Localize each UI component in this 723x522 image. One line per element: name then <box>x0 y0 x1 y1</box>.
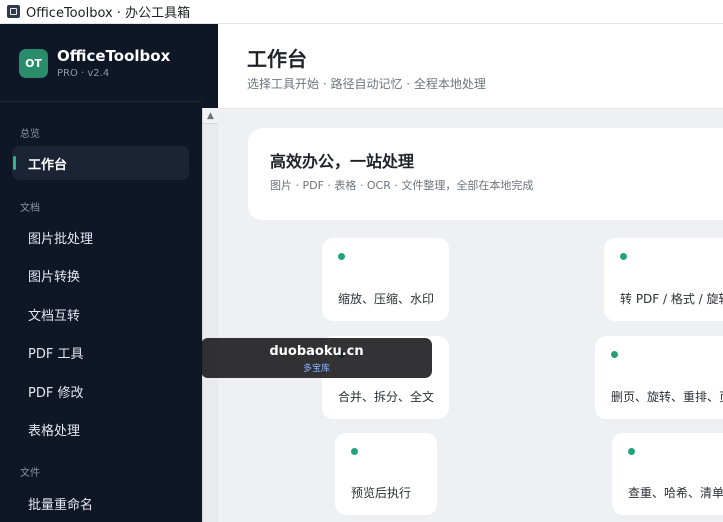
status-dot-icon <box>620 253 627 260</box>
app-icon <box>7 5 20 18</box>
sidebar-item-batch-rename[interactable]: 批量重命名 <box>12 486 189 520</box>
scroll-up-icon[interactable]: ▲ <box>203 108 218 124</box>
tool-card-image-convert[interactable]: 转 PDF / 格式 / 旋转 <box>604 238 723 321</box>
section-overview: 总览 <box>20 129 40 140</box>
section-documents: 文档 <box>20 203 40 214</box>
page-title: 工作台 <box>247 47 307 71</box>
tool-card-label: 删页、旋转、重排、页 <box>611 390 723 404</box>
sidebar-item-workbench[interactable]: 工作台 <box>12 146 189 180</box>
watermark-overlay: duobaoku.cn 多宝库 <box>201 338 432 378</box>
sidebar-item-label: 文档互转 <box>28 308 81 324</box>
page-subtitle: 选择工具开始 · 路径自动记忆 · 全程本地处理 <box>247 77 486 91</box>
logo-icon: OT <box>19 49 48 78</box>
active-indicator <box>13 156 16 170</box>
watermark-subtext: 多宝库 <box>302 364 330 374</box>
hero-card: 高效办公，一站处理 图片 · PDF · 表格 · OCR · 文件整理，全部在… <box>248 128 723 220</box>
sidebar-item-label: 工作台 <box>28 157 68 173</box>
sidebar-item-doc-convert[interactable]: 文档互转 <box>12 297 189 331</box>
brand-name: OfficeToolbox <box>57 47 171 65</box>
section-files: 文件 <box>20 468 40 479</box>
brand-version: PRO · v2.4 <box>57 68 110 79</box>
sidebar-item-label: 图片转换 <box>28 269 81 285</box>
sidebar-scrollbar[interactable]: ▲ <box>202 108 218 522</box>
watermark-text: duobaoku.cn <box>269 344 364 359</box>
sidebar-item-pdf-tools[interactable]: PDF 工具 <box>12 335 189 369</box>
window-title: OfficeToolbox · 办公工具箱 <box>26 6 191 21</box>
sidebar-item-label: 批量重命名 <box>28 497 94 513</box>
tool-card-file-check[interactable]: 查重、哈希、清单 <box>612 433 723 515</box>
tool-card-label: 合并、拆分、全文 <box>338 390 435 404</box>
status-dot-icon <box>338 253 345 260</box>
status-dot-icon <box>351 448 358 455</box>
tool-card-image-batch[interactable]: 缩放、压缩、水印 <box>322 238 449 321</box>
sidebar: OT OfficeToolbox PRO · v2.4 总览 工作台 文档 图片… <box>0 24 202 522</box>
hero-title: 高效办公，一站处理 <box>270 152 415 171</box>
status-dot-icon <box>611 351 618 358</box>
sidebar-item-label: PDF 修改 <box>28 385 84 401</box>
tool-card-label: 缩放、压缩、水印 <box>338 292 435 306</box>
sidebar-item-pdf-edit[interactable]: PDF 修改 <box>12 374 189 408</box>
sidebar-item-label: 表格处理 <box>28 423 81 439</box>
tool-card-label: 转 PDF / 格式 / 旋转 <box>620 292 723 306</box>
window-titlebar: OfficeToolbox · 办公工具箱 <box>0 0 723 24</box>
hero-subtitle: 图片 · PDF · 表格 · OCR · 文件整理，全部在本地完成 <box>270 179 534 192</box>
sidebar-item-label: PDF 工具 <box>28 346 84 362</box>
tool-card-label: 查重、哈希、清单 <box>628 486 723 500</box>
status-dot-icon <box>628 448 635 455</box>
sidebar-item-label: 图片批处理 <box>28 231 94 247</box>
tool-card-label: 预览后执行 <box>351 486 412 500</box>
page-header: 工作台 选择工具开始 · 路径自动记忆 · 全程本地处理 <box>218 24 723 109</box>
sidebar-item-spreadsheet[interactable]: 表格处理 <box>12 412 189 446</box>
sidebar-item-image-batch[interactable]: 图片批处理 <box>12 220 189 254</box>
sidebar-brand-extension <box>202 24 218 108</box>
tool-card-batch-rename[interactable]: 预览后执行 <box>335 433 437 515</box>
brand-header: OT OfficeToolbox PRO · v2.4 <box>0 24 202 102</box>
sidebar-item-image-convert[interactable]: 图片转换 <box>12 258 189 292</box>
tool-card-pdf-edit[interactable]: 删页、旋转、重排、页 <box>595 336 723 419</box>
